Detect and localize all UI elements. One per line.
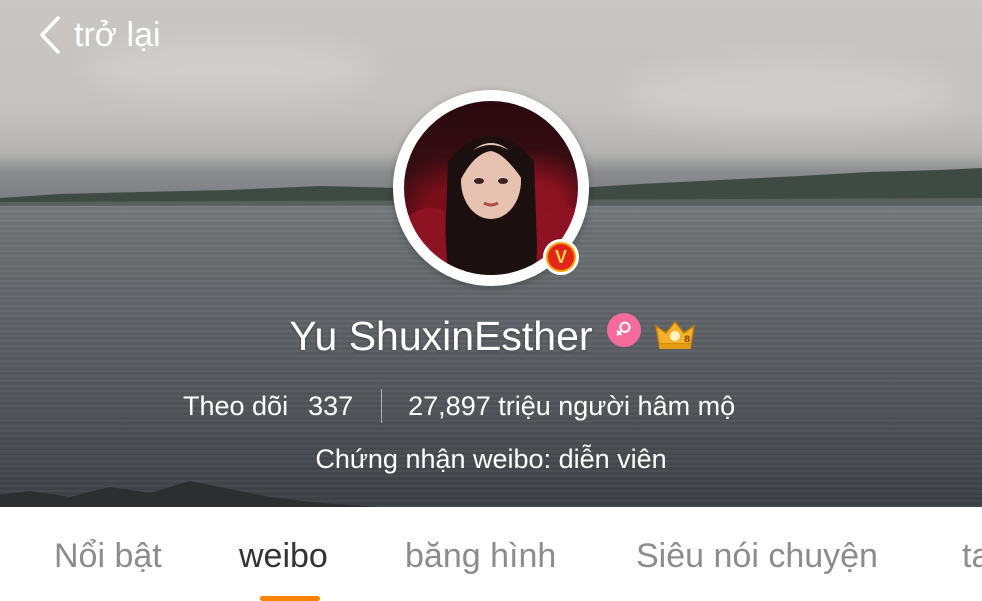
verified-badge: V <box>543 239 579 275</box>
svg-text:8: 8 <box>684 335 690 345</box>
following-label[interactable]: Theo dõi <box>183 391 288 422</box>
back-button[interactable]: trở lại <box>36 14 161 56</box>
tab-super-topics[interactable]: Siêu nói chuyện <box>636 537 878 576</box>
tab-weibo[interactable]: weibo <box>239 537 328 576</box>
tab-videos[interactable]: băng hình <box>405 537 556 576</box>
chevron-left-icon <box>40 16 60 54</box>
verified-badge-letter: V <box>548 244 574 270</box>
member-crown-icon[interactable]: 8 <box>653 316 697 352</box>
tab-more[interactable]: ta <box>962 537 982 576</box>
fans-count[interactable]: 27,897 triệu người hâm mộ <box>408 391 735 422</box>
profile-name-row: Yu ShuxinEsther 8 <box>0 306 982 366</box>
stats-divider <box>381 389 383 423</box>
follow-stats: Theo dõi 337 27,897 triệu người hâm mộ <box>183 384 803 428</box>
tab-highlights[interactable]: Nổi bật <box>54 537 162 576</box>
profile-tab-bar: Nổi bật weibo băng hình Siêu nói chuyện … <box>0 507 982 601</box>
active-tab-indicator <box>260 596 320 601</box>
profile-name: Yu ShuxinEsther <box>289 312 593 359</box>
verification-text: Chứng nhận weibo: diễn viên <box>315 444 667 474</box>
female-gender-icon <box>606 313 641 347</box>
back-label: trở lại <box>74 15 161 54</box>
following-count[interactable]: 337 <box>308 391 353 422</box>
